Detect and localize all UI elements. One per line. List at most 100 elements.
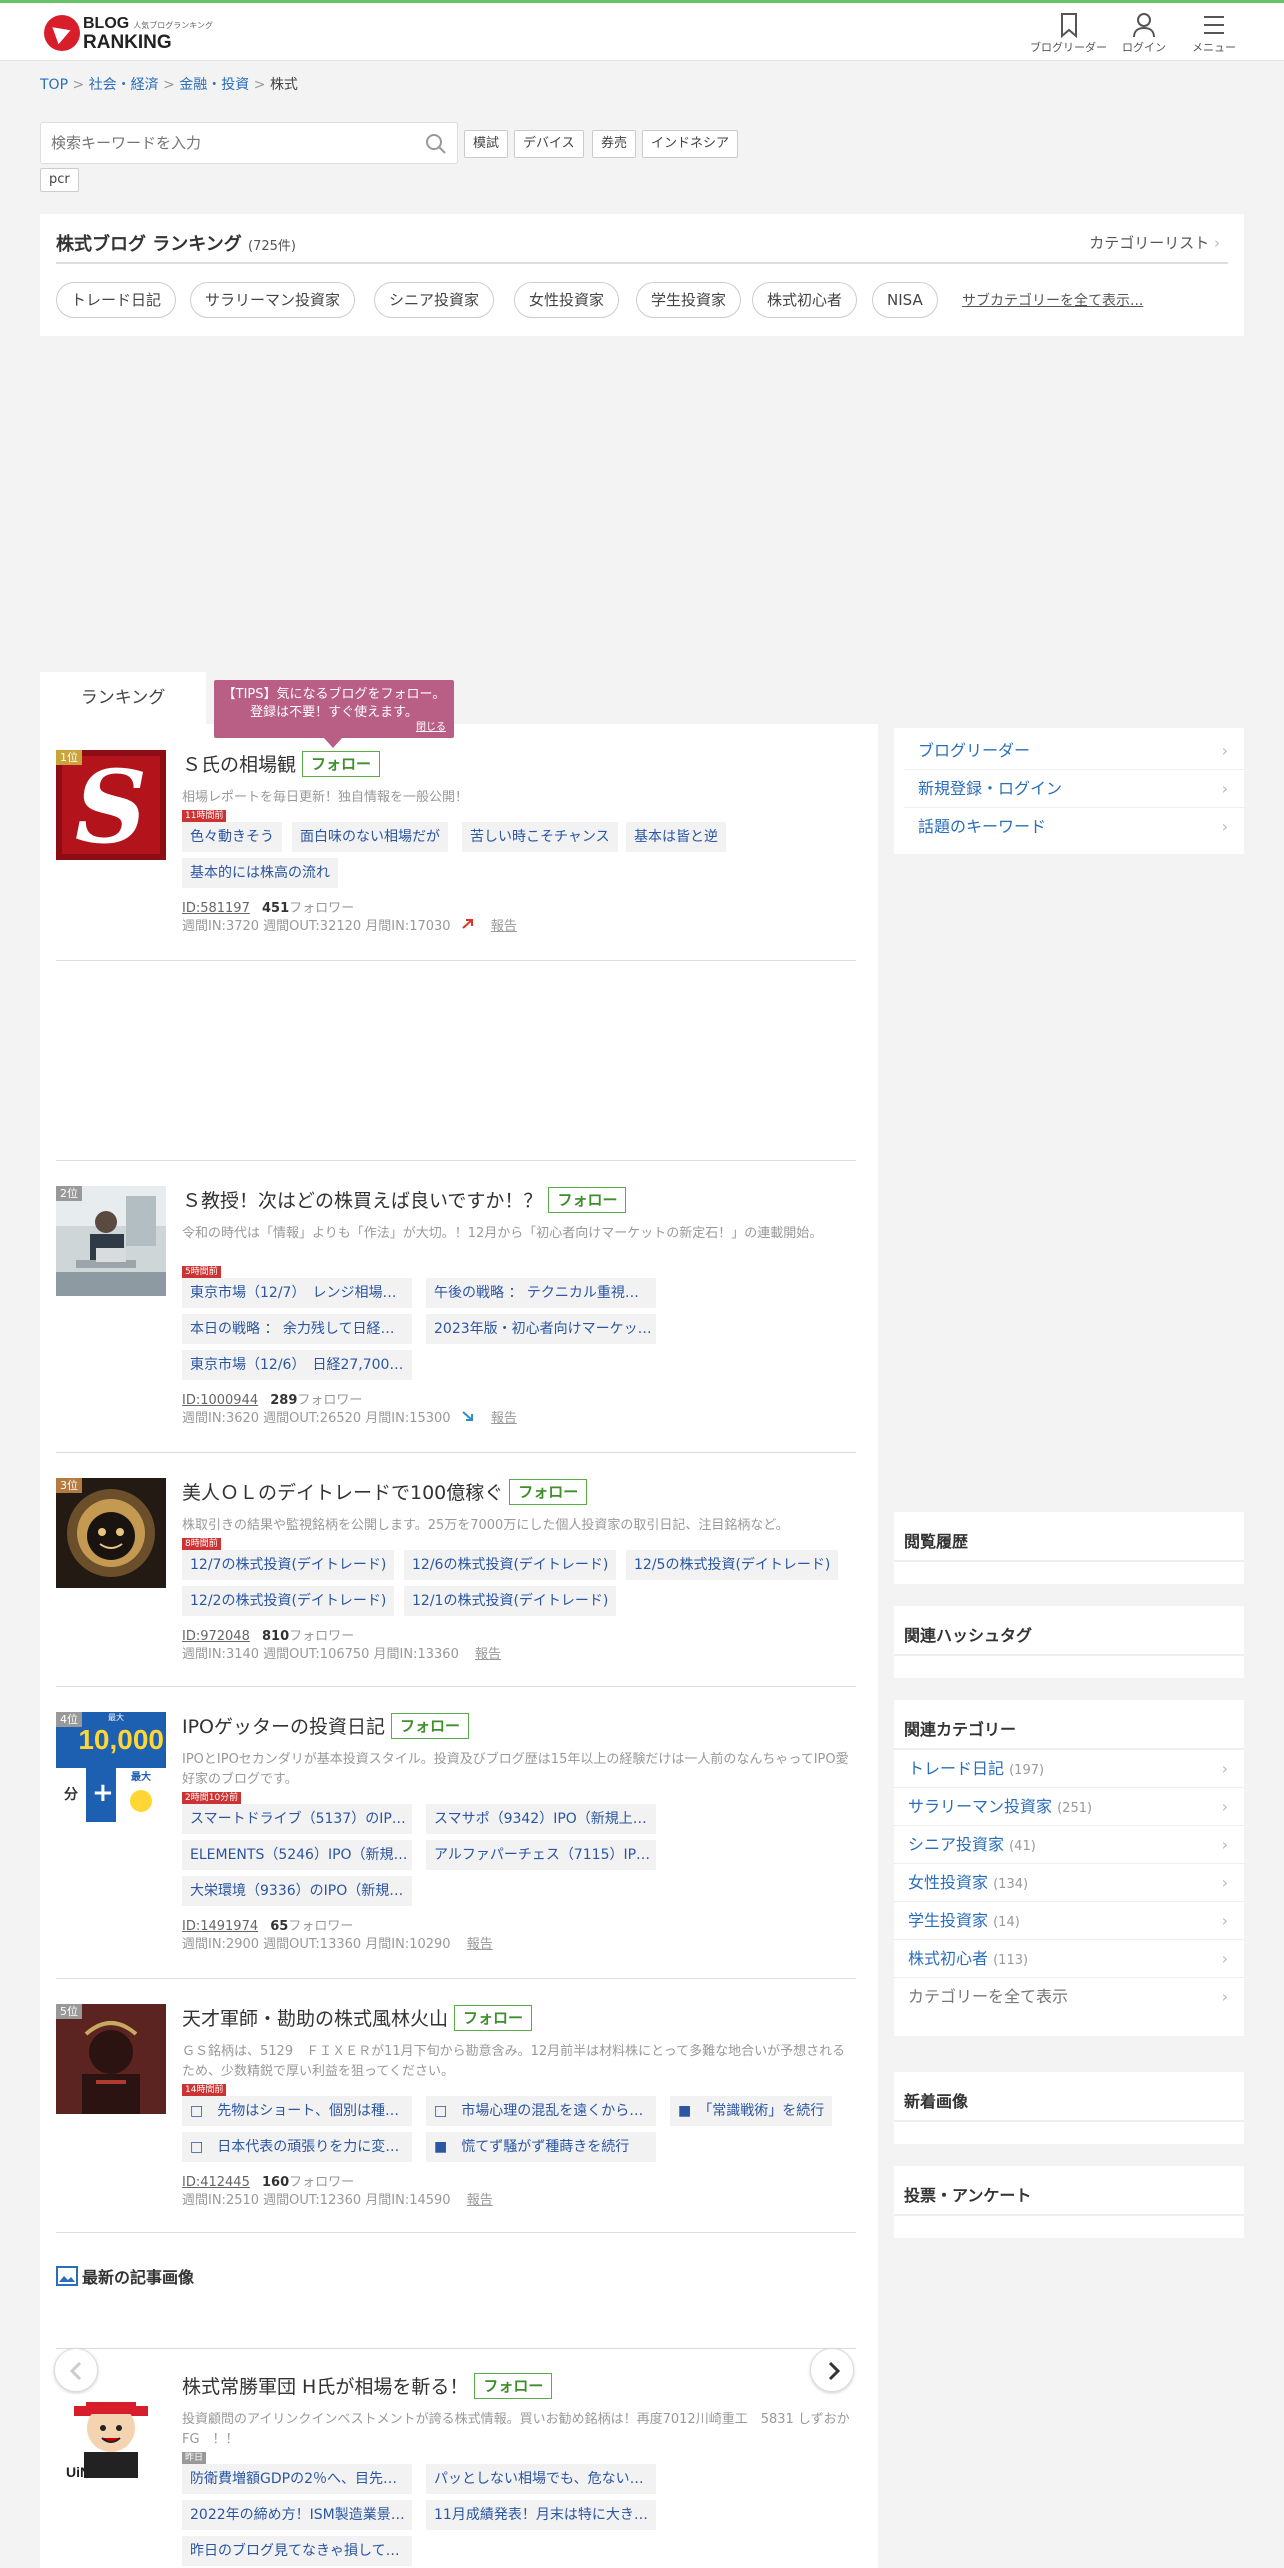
article-link[interactable]: 12/7の株式投資(デイトレード): [182, 1550, 395, 1580]
blog-thumbnail[interactable]: [56, 2004, 166, 2114]
article-link[interactable]: 午後の戦略 ： テクニカル重視…: [426, 1278, 656, 1308]
blog-title[interactable]: IPOゲッターの投資日記: [182, 1712, 385, 1739]
nav-blog-reader[interactable]: ブログリーダー: [1030, 11, 1107, 55]
article-link[interactable]: 12/6の株式投資(デイトレード): [404, 1550, 617, 1580]
blog-thumbnail[interactable]: S: [56, 750, 166, 860]
sidebar-item-register-login[interactable]: 新規登録・ログイン: [904, 770, 1244, 808]
nav-login[interactable]: ログイン: [1122, 11, 1166, 55]
report-link[interactable]: 報告: [491, 919, 517, 934]
search-icon[interactable]: [425, 133, 447, 155]
article-link[interactable]: 本日の戦略 ： 余力残して日経…: [182, 1314, 412, 1344]
blog-thumbnail[interactable]: [56, 1186, 166, 1296]
article-link[interactable]: ELEMENTS（5246）IPO（新規…: [182, 1840, 412, 1870]
subcategory-chip[interactable]: 学生投資家: [636, 282, 742, 318]
article-link[interactable]: 面白味のない相場だが: [292, 822, 448, 852]
sidebar-item-trending-keywords[interactable]: 話題のキーワード: [904, 808, 1244, 846]
blog-id[interactable]: ID:1000944: [182, 1393, 258, 1408]
follow-button[interactable]: フォロー: [548, 1186, 627, 1213]
article-link[interactable]: □ 先物はショート、個別は種…: [182, 2096, 412, 2126]
article-link[interactable]: 2022年の締め方！ISM製造業景…: [182, 2500, 412, 2530]
blog-id[interactable]: ID:972048: [182, 1629, 250, 1644]
article-link[interactable]: 基本的には株高の流れ: [182, 858, 338, 888]
article-link[interactable]: □ 日本代表の頑張りを力に変…: [182, 2132, 412, 2162]
article-link[interactable]: 11月成績発表！月末は特に大き…: [426, 2500, 656, 2530]
article-link[interactable]: 大栄環境（9336）のIPO（新規…: [182, 1876, 412, 1906]
article-link[interactable]: 防衛費増額GDPの2％へ、目先…: [182, 2464, 412, 2494]
blog-thumbnail[interactable]: 10,000 最大 分 + 最大: [56, 1712, 166, 1822]
keyword-chip[interactable]: デバイス: [514, 130, 584, 158]
article-link[interactable]: 12/1の株式投資(デイトレード): [404, 1586, 617, 1616]
subcategory-chip[interactable]: トレード日記: [56, 282, 177, 318]
search-input[interactable]: [41, 123, 401, 163]
article-link[interactable]: □ 市場心理の混乱を遠くから…: [426, 2096, 656, 2126]
sidebar-item-related-category[interactable]: トレード日記 (197): [894, 1750, 1244, 1788]
blog-id[interactable]: ID:581197: [182, 901, 250, 916]
article-link[interactable]: スマサポ（9342）IPO（新規上…: [426, 1804, 656, 1834]
article-link[interactable]: 東京市場（12/6） 日経27,700…: [182, 1350, 412, 1380]
article-link[interactable]: ■ 「常識戦術」を続行: [670, 2096, 833, 2126]
sidebar-item-related-category[interactable]: シニア投資家 (41): [894, 1826, 1244, 1864]
article-link[interactable]: 12/5の株式投資(デイトレード): [626, 1550, 839, 1580]
blog-stats: 週間IN:2900 週間OUT:13360 月間IN:10290: [182, 1937, 451, 1952]
blog-title[interactable]: 美人ＯＬのデイトレードで100億稼ぐ: [182, 1478, 503, 1505]
tips-close-link[interactable]: 閉じる: [416, 722, 446, 734]
report-link[interactable]: 報告: [475, 1647, 501, 1662]
sidebar-item-related-category[interactable]: サラリーマン投資家 (251): [894, 1788, 1244, 1826]
hamburger-icon: [1204, 16, 1224, 34]
article-link[interactable]: 昨日のブログ見てなきゃ損して…: [182, 2536, 412, 2566]
updated-time-badge: 5時間前: [182, 1266, 221, 1278]
subcategory-chip[interactable]: 女性投資家: [514, 282, 620, 318]
breadcrumb-finance[interactable]: 金融・投資: [179, 77, 249, 93]
keyword-chip[interactable]: 券売: [592, 130, 637, 158]
category-list-link[interactable]: カテゴリーリスト ›: [1089, 232, 1220, 253]
thumbnail-right-label: 最大: [131, 1772, 151, 1783]
report-link[interactable]: 報告: [467, 1937, 493, 1952]
subcategory-chip[interactable]: シニア投資家: [374, 282, 495, 318]
article-link[interactable]: 2023年版・初心者向けマーケッ…: [426, 1314, 656, 1344]
blog-id[interactable]: ID:1491974: [182, 1919, 258, 1934]
sidebar-item-related-category[interactable]: 女性投資家 (134): [894, 1864, 1244, 1902]
show-all-categories-link[interactable]: カテゴリーを全て表示: [894, 1978, 1244, 2016]
article-link[interactable]: アルファパーチェス（7115）IP…: [426, 1840, 656, 1870]
article-link[interactable]: スマートドライブ（5137）のIP…: [182, 1804, 412, 1834]
follow-button[interactable]: フォロー: [454, 2004, 533, 2031]
report-link[interactable]: 報告: [491, 1411, 517, 1426]
blog-thumbnail[interactable]: [56, 1478, 166, 1588]
article-link[interactable]: 東京市場（12/7） レンジ相場…: [182, 1278, 412, 1308]
follow-button[interactable]: フォロー: [302, 750, 381, 777]
report-link[interactable]: 報告: [467, 2193, 493, 2208]
article-link[interactable]: 色々動きそう: [182, 822, 282, 852]
article-link[interactable]: 12/2の株式投資(デイトレード): [182, 1586, 395, 1616]
sidebar-item-blog-reader[interactable]: ブログリーダー: [904, 732, 1244, 770]
keyword-chip[interactable]: 模試: [464, 130, 509, 158]
carousel-prev-button[interactable]: [54, 2348, 98, 2392]
subcategory-chip[interactable]: 株式初心者: [752, 282, 858, 318]
blog-id[interactable]: ID:412445: [182, 2175, 250, 2190]
article-link[interactable]: 苦しい時こそチャンス: [462, 822, 618, 852]
subcategory-chip[interactable]: NISA: [872, 282, 938, 318]
follow-button[interactable]: フォロー: [391, 1712, 470, 1739]
article-link[interactable]: 基本は皆と逆: [626, 822, 726, 852]
divider: [56, 2348, 856, 2349]
sidebar-item-related-category[interactable]: 学生投資家 (14): [894, 1902, 1244, 1940]
article-link[interactable]: パッとしない相場でも、危ない…: [426, 2464, 656, 2494]
article-link[interactable]: ■ 慌てず騒がず種蒔きを続行: [426, 2132, 656, 2162]
keyword-chip[interactable]: インドネシア: [642, 130, 739, 158]
nav-menu[interactable]: メニュー: [1192, 11, 1236, 55]
show-all-subcategories-link[interactable]: サブカテゴリーを全て表示...: [962, 290, 1143, 310]
keyword-chip[interactable]: pcr: [40, 168, 79, 192]
sidebar-item-related-category[interactable]: 株式初心者 (113): [894, 1940, 1244, 1978]
follow-button[interactable]: フォロー: [474, 2372, 553, 2399]
tab-ranking[interactable]: ランキング: [40, 672, 206, 724]
site-logo[interactable]: BLOG 人気ブログランキング RANKING: [44, 13, 213, 53]
blog-title[interactable]: Ｓ氏の相場観: [182, 750, 296, 777]
blog-title[interactable]: 天才軍師・勘助の株式風林火山: [182, 2004, 448, 2031]
trend-down-icon: [462, 1411, 473, 1421]
breadcrumb-society[interactable]: 社会・経済: [89, 77, 159, 93]
blog-title[interactable]: 株式常勝軍団 H氏が相場を斬る！: [182, 2372, 468, 2399]
subcategory-chip[interactable]: サラリーマン投資家: [190, 282, 356, 318]
follow-button[interactable]: フォロー: [509, 1478, 588, 1505]
blog-title[interactable]: Ｓ教授！次はどの株買えば良いですか！？: [182, 1186, 542, 1213]
carousel-next-button[interactable]: [810, 2348, 854, 2392]
breadcrumb-top[interactable]: TOP: [40, 77, 68, 93]
